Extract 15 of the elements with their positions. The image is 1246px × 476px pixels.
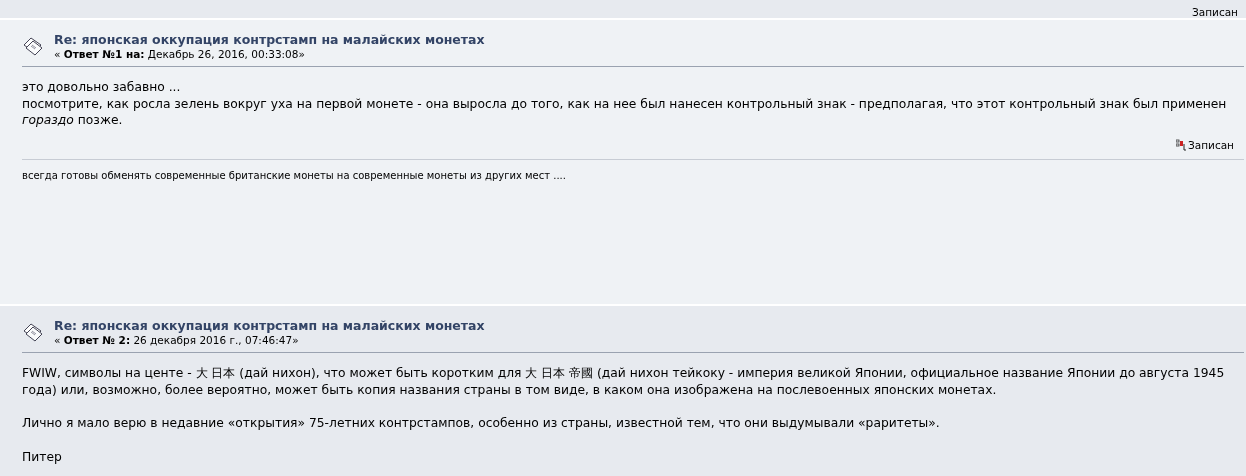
post-text: посмотрите, как росла зелень вокруг уха на первой монете - она выросла до того, как на нее был нанесен контрольный знак - предполагая, что этот контрольный знак был применен гораздо позже.: [22, 95, 1228, 129]
documents-icon: [22, 36, 44, 56]
report-icon: [1176, 138, 1187, 151]
documents-icon: [22, 322, 44, 342]
post-text: FWIW, символы на центе - 大 日本 (дай нихон), что может быть коротким для 大 日本 帝國 (дай нихон тейкоку - империя великой Японии, официальное название Японии до августа 1945 года) или, возможно, более вероятно, может быть копия названия страны в том виде, в каком она изображена на послевоенных японских монетах.: [22, 365, 1226, 398]
report-link[interactable]: Записан: [1192, 6, 1238, 18]
post-title[interactable]: Re: японская оккупация контрстамп на малайских монетах: [54, 318, 485, 333]
post-text: Питер: [22, 448, 63, 465]
post-meta: « Ответ №1 на: Декабрь 26, 2016, 00:33:08»: [54, 48, 306, 60]
post-text: это довольно забавно ...: [22, 79, 182, 96]
report-link[interactable]: Записан: [1188, 138, 1234, 151]
post-title[interactable]: Re: японская оккупация контрстамп на малайских монетах: [54, 32, 485, 47]
post-meta: « Ответ № 2: 26 декабря 2016 г., 07:46:47»: [54, 334, 300, 346]
post-text: Лично я мало верю в недавние «открытия» 75-летних контрстампов, особенно из страны, известной тем, что они выдумывали «раритеты».: [22, 415, 941, 432]
signature-text: всегда готовы обменять современные британские монеты на современные монеты из других мест ....: [22, 169, 567, 181]
